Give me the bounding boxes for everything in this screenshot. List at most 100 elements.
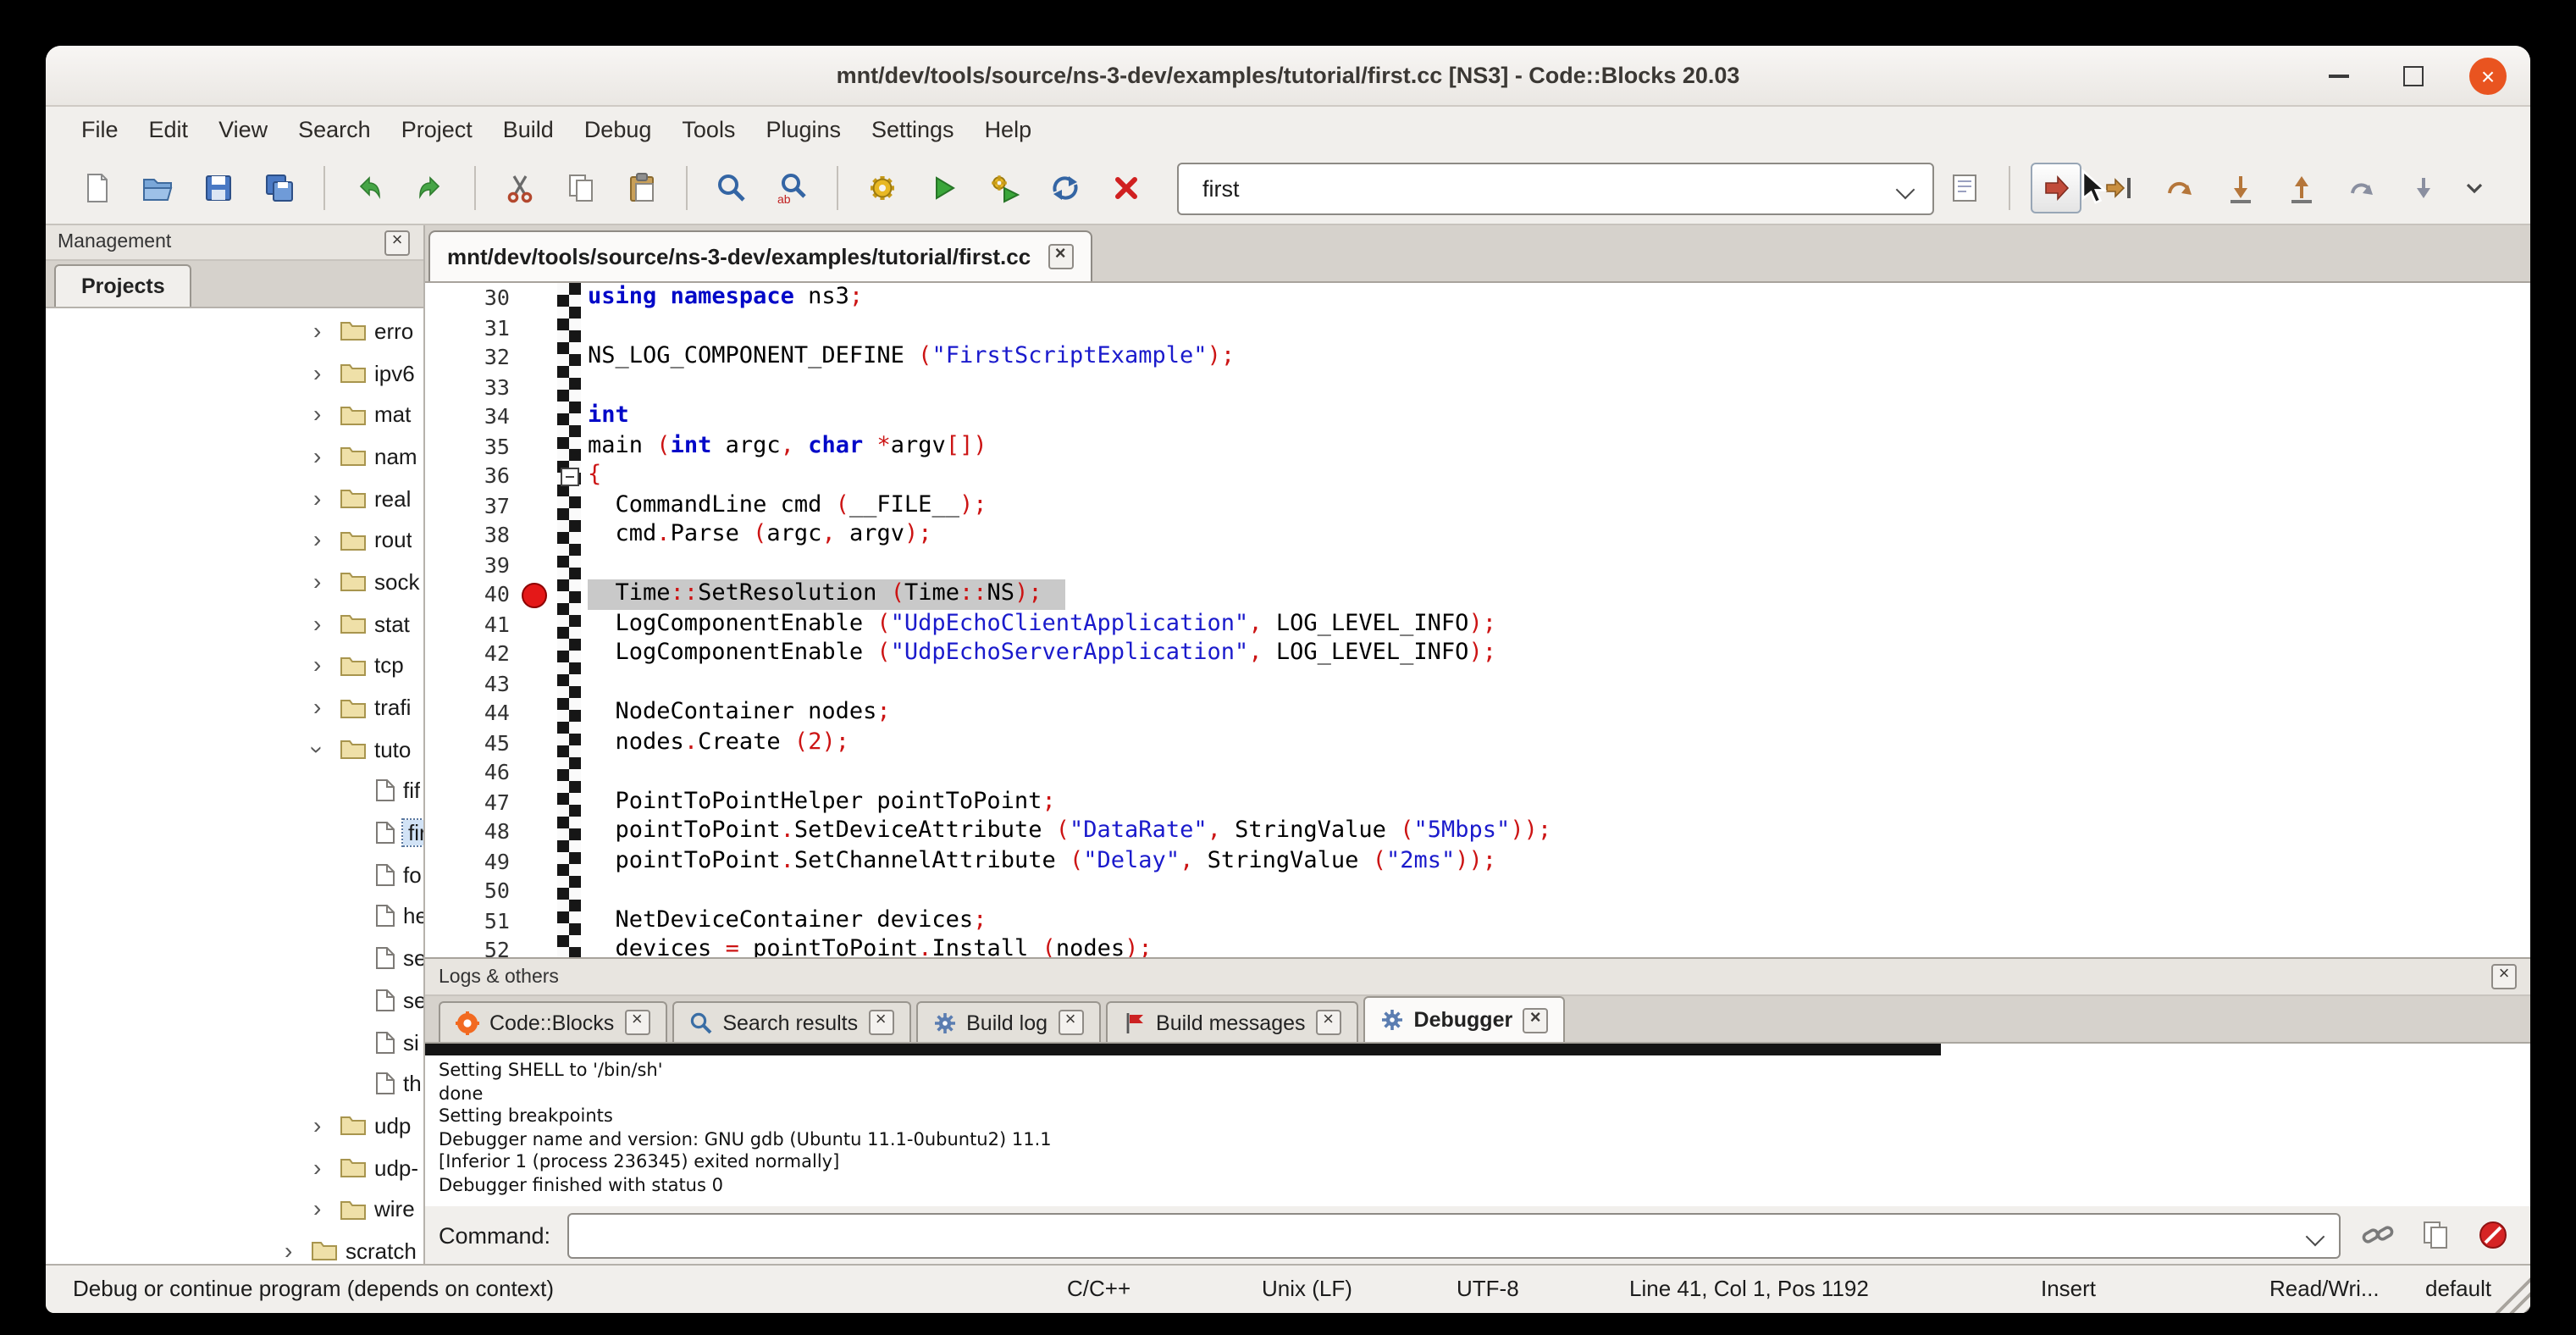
step-into-instruction-button[interactable] bbox=[2400, 164, 2447, 212]
collapse-arrow-icon[interactable] bbox=[313, 738, 335, 760]
menu-tools[interactable]: Tools bbox=[666, 112, 750, 147]
save-file-button[interactable] bbox=[195, 164, 242, 212]
titlebar[interactable]: mnt/dev/tools/source/ns-3-dev/examples/t… bbox=[46, 46, 2530, 107]
build-button[interactable] bbox=[859, 164, 906, 212]
editor-tab[interactable]: mnt/dev/tools/source/ns-3-dev/examples/t… bbox=[428, 230, 1092, 281]
menu-edit[interactable]: Edit bbox=[134, 112, 204, 147]
expand-arrow-icon[interactable] bbox=[313, 1199, 335, 1221]
breakpoint-marker[interactable] bbox=[522, 583, 547, 608]
expand-arrow-icon[interactable] bbox=[313, 1156, 335, 1178]
menu-project[interactable]: Project bbox=[386, 112, 488, 147]
debugging-windows-button[interactable] bbox=[1941, 164, 1988, 212]
logs-tab-debugger[interactable]: Debugger bbox=[1363, 996, 1566, 1042]
tree-item-udp[interactable]: udp bbox=[46, 1105, 423, 1146]
command-input[interactable] bbox=[569, 1214, 2339, 1256]
tree-item-se[interactable]: se bbox=[46, 938, 423, 979]
toolbar-overflow-chevron[interactable] bbox=[2464, 173, 2485, 203]
tree-item-wire[interactable]: wire bbox=[46, 1188, 423, 1230]
resize-grip[interactable] bbox=[2486, 1269, 2530, 1313]
new-file-button[interactable] bbox=[73, 164, 120, 212]
tree-item-se[interactable]: se bbox=[46, 979, 423, 1021]
command-combo[interactable] bbox=[567, 1212, 2341, 1258]
fold-marker[interactable] bbox=[561, 468, 579, 486]
debugger-log[interactable]: Setting SHELL to '/bin/sh'doneSetting br… bbox=[425, 1044, 2530, 1206]
step-out-button[interactable] bbox=[2278, 164, 2325, 212]
attach-button[interactable] bbox=[2358, 1215, 2398, 1255]
expand-arrow-icon[interactable] bbox=[313, 446, 335, 468]
tree-item-si[interactable]: si bbox=[46, 1021, 423, 1062]
tree-item-fir[interactable]: fir bbox=[46, 812, 423, 854]
debug-continue-button[interactable] bbox=[2031, 163, 2081, 213]
tree-item-stat[interactable]: stat bbox=[46, 603, 423, 645]
close-tab-icon[interactable] bbox=[1048, 244, 1073, 269]
logs-tab-search-results[interactable]: Search results bbox=[672, 1001, 910, 1042]
close-tab-icon[interactable] bbox=[1523, 1007, 1548, 1033]
close-tab-icon[interactable] bbox=[868, 1010, 893, 1035]
tree-item-sock[interactable]: sock bbox=[46, 561, 423, 602]
expand-arrow-icon[interactable] bbox=[313, 1115, 335, 1137]
tree-item-fo[interactable]: fo bbox=[46, 854, 423, 895]
abort-button[interactable] bbox=[1103, 164, 1150, 212]
run-button[interactable] bbox=[920, 164, 967, 212]
tree-item-udp[interactable]: udp- bbox=[46, 1147, 423, 1188]
cut-button[interactable] bbox=[496, 164, 544, 212]
menu-settings[interactable]: Settings bbox=[856, 112, 970, 147]
expand-arrow-icon[interactable] bbox=[313, 696, 335, 718]
expand-arrow-icon[interactable] bbox=[313, 320, 335, 342]
tab-projects[interactable]: Projects bbox=[54, 264, 192, 307]
paste-button[interactable] bbox=[618, 164, 666, 212]
tree-item-scratch[interactable]: scratch bbox=[46, 1230, 423, 1264]
code-editor[interactable]: 30using namespace ns3;3132NS_LOG_COMPONE… bbox=[425, 283, 2530, 957]
tree-item-th[interactable]: th bbox=[46, 1063, 423, 1105]
copy-log-button[interactable] bbox=[2415, 1215, 2456, 1255]
fold-margin[interactable] bbox=[557, 283, 581, 957]
expand-arrow-icon[interactable] bbox=[313, 612, 335, 634]
chevron-down-icon[interactable] bbox=[1899, 182, 1912, 196]
expand-arrow-icon[interactable] bbox=[313, 571, 335, 593]
close-panel-icon[interactable] bbox=[2491, 964, 2517, 989]
close-tab-icon[interactable] bbox=[1316, 1010, 1341, 1035]
menu-file[interactable]: File bbox=[66, 112, 134, 147]
menu-plugins[interactable]: Plugins bbox=[750, 112, 856, 147]
expand-arrow-icon[interactable] bbox=[313, 403, 335, 425]
maximize-button[interactable] bbox=[2395, 57, 2432, 94]
tree-item-real[interactable]: real bbox=[46, 478, 423, 519]
stop-debugger-button[interactable] bbox=[2473, 1215, 2513, 1255]
expand-arrow-icon[interactable] bbox=[285, 1240, 307, 1262]
tree-item-mat[interactable]: mat bbox=[46, 394, 423, 435]
logs-tab-build-messages[interactable]: Build messages bbox=[1105, 1001, 1358, 1042]
step-into-button[interactable] bbox=[2217, 164, 2264, 212]
next-line-button[interactable] bbox=[2156, 164, 2203, 212]
close-button[interactable]: × bbox=[2469, 57, 2507, 94]
next-instruction-button[interactable] bbox=[2339, 164, 2386, 212]
minimize-button[interactable] bbox=[2320, 57, 2358, 94]
find-in-files-button[interactable]: ab bbox=[769, 164, 816, 212]
tree-item-he[interactable]: he bbox=[46, 895, 423, 937]
close-tab-icon[interactable] bbox=[624, 1010, 650, 1035]
expand-arrow-icon[interactable] bbox=[313, 362, 335, 384]
logs-tab-code-blocks[interactable]: Code::Blocks bbox=[439, 1001, 666, 1042]
redo-button[interactable] bbox=[406, 164, 454, 212]
build-target-combo[interactable]: first bbox=[1177, 162, 1934, 214]
menu-build[interactable]: Build bbox=[488, 112, 569, 147]
tree-item-tcp[interactable]: tcp bbox=[46, 645, 423, 686]
open-file-button[interactable] bbox=[134, 164, 181, 212]
find-button[interactable] bbox=[708, 164, 755, 212]
menu-search[interactable]: Search bbox=[283, 112, 386, 147]
close-panel-icon[interactable] bbox=[384, 230, 410, 256]
copy-button[interactable] bbox=[557, 164, 605, 212]
project-tree[interactable]: erroipv6matnamrealroutsockstattcptrafitu… bbox=[46, 308, 423, 1264]
tree-item-ipv6[interactable]: ipv6 bbox=[46, 352, 423, 393]
menu-view[interactable]: View bbox=[203, 112, 283, 147]
menu-help[interactable]: Help bbox=[970, 112, 1048, 147]
save-all-button[interactable] bbox=[256, 164, 303, 212]
expand-arrow-icon[interactable] bbox=[313, 655, 335, 677]
tree-item-fif[interactable]: fif bbox=[46, 770, 423, 812]
close-tab-icon[interactable] bbox=[1058, 1010, 1083, 1035]
expand-arrow-icon[interactable] bbox=[313, 487, 335, 509]
tree-item-nam[interactable]: nam bbox=[46, 435, 423, 477]
undo-button[interactable] bbox=[345, 164, 393, 212]
build-and-run-button[interactable] bbox=[981, 164, 1028, 212]
menu-debug[interactable]: Debug bbox=[569, 112, 667, 147]
logs-tab-build-log[interactable]: Build log bbox=[915, 1001, 1100, 1042]
